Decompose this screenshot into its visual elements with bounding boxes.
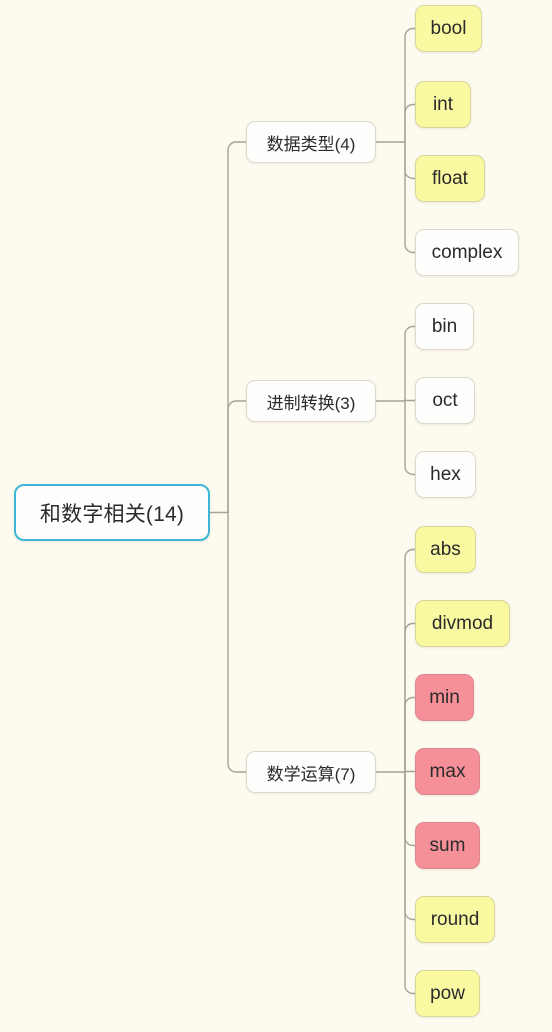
leaf-node-min-label: min [429, 686, 460, 708]
leaf-node-oct[interactable]: oct [415, 377, 475, 424]
connector-line [404, 27, 416, 143]
connector-line [404, 103, 416, 143]
leaf-node-round-label: round [430, 908, 480, 930]
connector-line [404, 141, 416, 180]
leaf-node-bool[interactable]: bool [415, 5, 482, 52]
leaf-node-divmod-label: divmod [431, 612, 494, 634]
leaf-node-pow[interactable]: pow [415, 970, 480, 1017]
leaf-node-abs-label: abs [430, 538, 461, 560]
branch-node-3[interactable]: 数学运算(7) [246, 751, 376, 793]
connector-line [227, 141, 247, 514]
branch-node-2-label: 进制转换(3) [266, 393, 356, 413]
mindmap-canvas: 数据类型(4) bool int float complex 进制转换(3) bin oct h… [0, 0, 552, 1032]
leaf-node-bin-label: bin [431, 315, 458, 337]
connector-line [404, 400, 416, 476]
branch-node-1-label: 数据类型(4) [266, 134, 356, 154]
leaf-node-round[interactable]: round [415, 896, 495, 943]
leaf-node-max[interactable]: max [415, 748, 480, 795]
connector-line [404, 771, 416, 847]
leaf-node-complex[interactable]: complex [415, 229, 519, 276]
leaf-node-complex-label: complex [431, 241, 503, 263]
leaf-node-pow-label: pow [430, 982, 465, 1004]
connector-line [404, 696, 416, 773]
leaf-node-float[interactable]: float [415, 155, 485, 202]
leaf-node-oct-label: oct [432, 389, 458, 411]
connector-line [404, 622, 416, 773]
connector-line [404, 325, 416, 402]
leaf-node-max-label: max [429, 760, 466, 782]
leaf-node-sum-label: sum [429, 834, 466, 856]
leaf-node-float-label: float [432, 167, 468, 189]
leaf-node-hex-label: hex [430, 463, 461, 485]
connector-line [404, 771, 416, 921]
connector-line [227, 511, 247, 773]
leaf-node-hex[interactable]: hex [415, 451, 476, 498]
branch-node-3-label: 数学运算(7) [266, 764, 356, 784]
leaf-node-divmod[interactable]: divmod [415, 600, 510, 647]
leaf-node-int-label: int [432, 93, 454, 115]
leaf-node-bool-label: bool [430, 17, 467, 39]
connector-line [227, 400, 247, 514]
connector-line [404, 548, 416, 773]
leaf-node-bin[interactable]: bin [415, 303, 474, 350]
connector-line [404, 771, 416, 995]
branch-node-1[interactable]: 数据类型(4) [246, 121, 376, 163]
leaf-node-int[interactable]: int [415, 81, 471, 128]
branch-node-2[interactable]: 进制转换(3) [246, 380, 376, 422]
leaf-node-sum[interactable]: sum [415, 822, 480, 869]
leaf-node-abs[interactable]: abs [415, 526, 476, 573]
leaf-node-min[interactable]: min [415, 674, 474, 721]
root-node-label: 和数字相关(14) [39, 502, 185, 526]
root-node[interactable]: 和数字相关(14) [14, 484, 210, 541]
connector-line [404, 141, 416, 254]
